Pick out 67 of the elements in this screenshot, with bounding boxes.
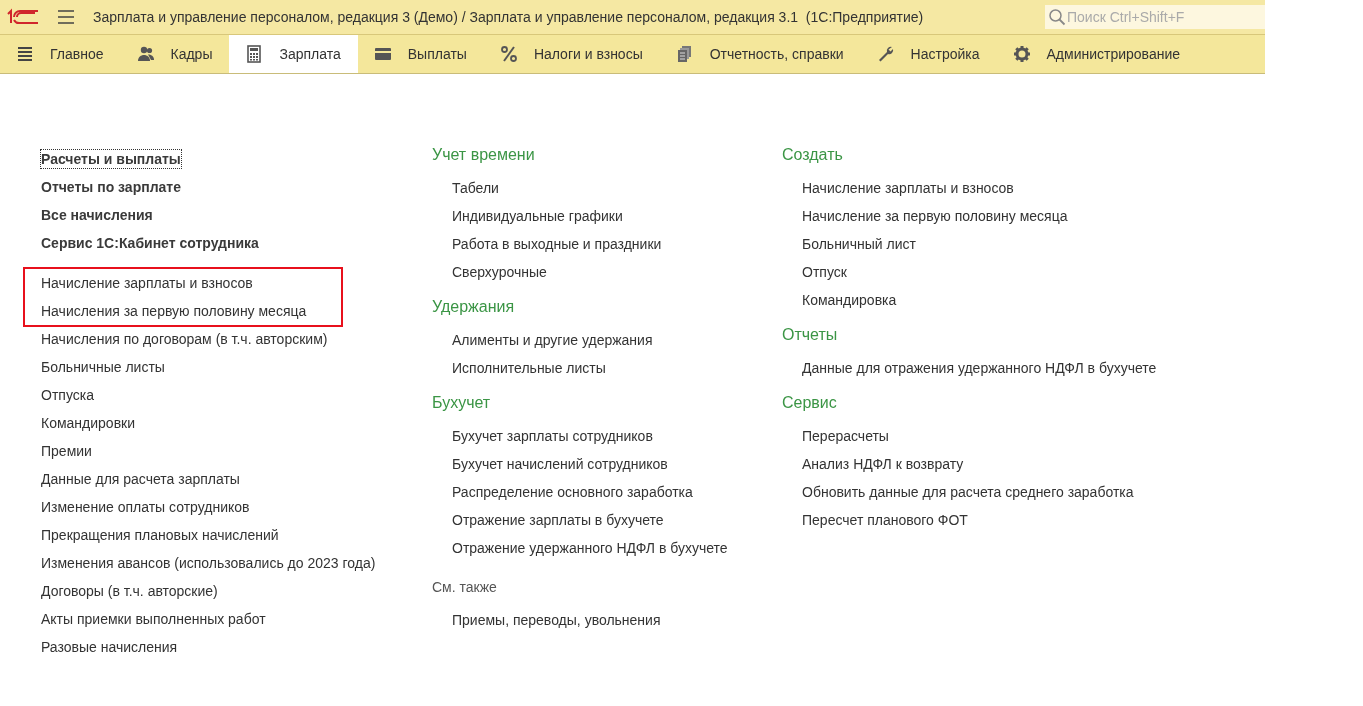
people-icon	[136, 45, 155, 63]
nav-link[interactable]: Начисления по договорам (в т.ч. авторским)	[41, 325, 328, 353]
nav-link[interactable]: Начисления за первую половину месяца	[41, 297, 307, 325]
documents-icon	[675, 45, 694, 63]
nav-link[interactable]: Командировка	[802, 286, 897, 314]
menu-icon[interactable]	[58, 10, 74, 24]
section-tab[interactable]: Выплаты	[357, 35, 484, 73]
nav-link[interactable]: Сервис 1С:Кабинет сотрудника	[41, 229, 259, 257]
logo-icon[interactable]	[6, 8, 40, 26]
nav-link[interactable]: Бухучет зарплаты сотрудников	[452, 422, 653, 450]
section-tab[interactable]: Кадры	[120, 35, 230, 73]
group-title: Отчеты	[782, 325, 839, 345]
nav-link[interactable]: Все начисления	[41, 201, 153, 229]
nav-link[interactable]: Разовые начисления	[41, 633, 178, 661]
section-tab[interactable]: Налоги и взносы	[483, 35, 660, 73]
nav-link[interactable]: Командировки	[41, 409, 136, 437]
section-tab[interactable]: Главное	[0, 35, 121, 73]
menu-icon	[16, 45, 34, 63]
nav-link[interactable]: Расчеты и выплаты	[41, 150, 181, 168]
nav-link[interactable]: Пересчет планового ФОТ	[802, 506, 968, 534]
nav-link[interactable]: Отпуск	[802, 258, 847, 286]
group-title: Бухучет	[432, 393, 492, 413]
section-tab[interactable]: Отчетность, справки	[659, 35, 861, 73]
nav-link[interactable]: Перерасчеты	[802, 422, 889, 450]
section-tab[interactable]: Администрирование	[996, 35, 1197, 73]
nav-link[interactable]: Обновить данные для расчета среднего заработка	[802, 478, 1134, 506]
nav-link[interactable]: Бухучет начислений сотрудников	[452, 450, 668, 478]
gear-icon	[1012, 45, 1031, 63]
nav-link[interactable]: Отчеты по зарплате	[41, 173, 181, 201]
percent-icon	[499, 45, 518, 63]
window-title: Зарплата и управление персоналом, редакция 3 (Демо) / Зарплата и управление персоналом, редакция 3.1 (1С:Предприятие)	[93, 9, 925, 25]
nav-link[interactable]: Отпуска	[41, 381, 94, 409]
nav-link[interactable]: Сверхурочные	[452, 258, 547, 286]
nav-link[interactable]: Отражение удержанного НДФЛ в бухучете	[452, 534, 728, 562]
nav-link[interactable]: Начисление за первую половину месяца	[802, 202, 1068, 230]
card-icon	[373, 45, 392, 63]
section-tab[interactable]: Зарплата	[229, 35, 358, 73]
group-title: Учет времени	[432, 145, 536, 165]
nav-link[interactable]: Данные для расчета зарплаты	[41, 465, 240, 493]
nav-link[interactable]: Премии	[41, 437, 92, 465]
nav-link[interactable]: Прекращения плановых начислений	[41, 521, 279, 549]
nav-link[interactable]: Договоры (в т.ч. авторские)	[41, 577, 218, 605]
nav-link[interactable]: Изменения авансов (использовались до 2023 года)	[41, 549, 376, 577]
group-title: Удержания	[432, 297, 516, 317]
search-field[interactable]: Поиск Ctrl+Shift+F	[1045, 5, 1265, 29]
nav-link[interactable]: Начисление зарплаты и взносов	[802, 174, 1014, 202]
nav-link[interactable]: Больничный лист	[802, 230, 916, 258]
nav-link[interactable]: Больничные листы	[41, 353, 165, 381]
nav-link[interactable]: Акты приемки выполненных работ	[41, 605, 266, 633]
group-title: Создать	[782, 145, 844, 165]
search-icon	[1048, 8, 1066, 26]
nav-link[interactable]: Табели	[452, 174, 499, 202]
see-also-label: См. также	[432, 578, 498, 597]
section-tab[interactable]: Настройка	[860, 35, 997, 73]
group-title: Сервис	[782, 393, 838, 413]
nav-link[interactable]: Исполнительные листы	[452, 354, 606, 382]
nav-link[interactable]: Приемы, переводы, увольнения	[452, 606, 661, 634]
nav-link[interactable]: Распределение основного заработка	[452, 478, 693, 506]
nav-link[interactable]: Данные для отражения удержанного НДФЛ в бухучете	[802, 354, 1157, 382]
nav-link[interactable]: Индивидуальные графики	[452, 202, 623, 230]
nav-link[interactable]: Отражение зарплаты в бухучете	[452, 506, 664, 534]
nav-link[interactable]: Изменение оплаты сотрудников	[41, 493, 250, 521]
nav-link[interactable]: Алименты и другие удержания	[452, 326, 653, 354]
nav-link[interactable]: Анализ НДФЛ к возврату	[802, 450, 964, 478]
nav-link[interactable]: Работа в выходные и праздники	[452, 230, 662, 258]
calculator-icon	[245, 45, 264, 63]
nav-link[interactable]: Начисление зарплаты и взносов	[41, 269, 253, 297]
